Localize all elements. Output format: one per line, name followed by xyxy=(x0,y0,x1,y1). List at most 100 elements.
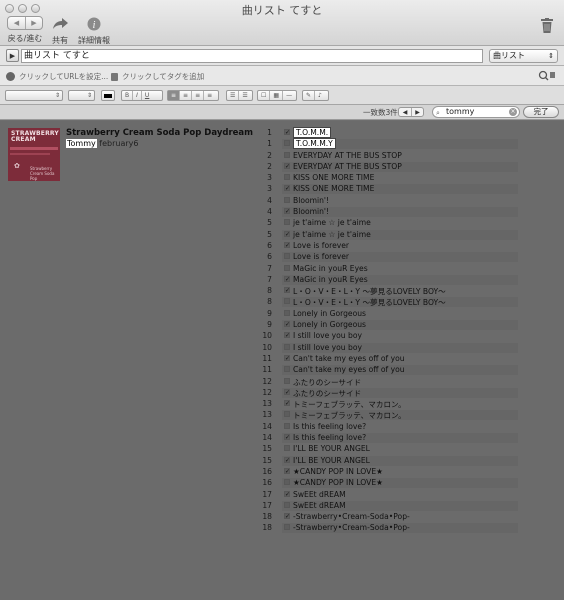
align-right-button[interactable]: ≡ xyxy=(191,91,203,100)
track-row[interactable]: 12 ✓ ふたりのシーサイド xyxy=(258,387,518,398)
track-row[interactable]: 1 T.O.M.M.Y xyxy=(258,138,518,150)
align-left-button[interactable]: ≡ xyxy=(168,91,180,100)
track-checkbox[interactable]: ✓ xyxy=(284,400,290,407)
forward-button[interactable]: ▶ xyxy=(25,17,42,29)
set-url-button[interactable]: クリックしてURLを設定... xyxy=(6,71,108,82)
track-row[interactable]: 9 ✓ Lonely in Gorgeous xyxy=(258,319,518,331)
track-checkbox[interactable]: ✓ xyxy=(284,162,290,169)
track-checkbox[interactable] xyxy=(284,174,290,181)
track-checkbox[interactable] xyxy=(284,422,290,429)
track-checkbox[interactable] xyxy=(284,264,290,271)
track-checkbox[interactable] xyxy=(284,309,290,316)
track-checkbox[interactable] xyxy=(284,377,290,384)
track-checkbox[interactable] xyxy=(284,219,290,226)
track-row[interactable]: 1 ✓ T.O.M.M. xyxy=(258,127,518,138)
track-checkbox[interactable] xyxy=(284,366,290,373)
paragraph-style-select[interactable]: ⇕ xyxy=(5,90,63,101)
track-row[interactable]: 9 Lonely in Gorgeous xyxy=(258,308,518,319)
track-row[interactable]: 6 Love is forever xyxy=(258,251,518,263)
track-row[interactable]: 7 ✓ MaGic in youR Eyes xyxy=(258,274,518,285)
track-row[interactable]: 4 Bloomin'! xyxy=(258,195,518,206)
track-checkbox[interactable]: ✓ xyxy=(284,513,290,520)
view-mode-select[interactable]: 曲リスト ⇕ xyxy=(489,49,558,63)
track-checkbox[interactable] xyxy=(284,524,290,531)
track-row[interactable]: 18 ✓ -Strawberry•Cream-Soda•Pop- xyxy=(258,511,518,522)
track-row[interactable]: 5 ✓ je t'aime ☆ je t'aime xyxy=(258,229,518,240)
back-button[interactable]: ◀ xyxy=(8,17,25,29)
track-checkbox[interactable]: ✓ xyxy=(284,490,290,497)
track-row[interactable]: 8 L・O・V・E・L・Y ～夢見るLOVELY BOY～ xyxy=(258,296,518,308)
bullet-list-button[interactable]: ☰ xyxy=(227,91,238,100)
underline-button[interactable]: U xyxy=(140,91,152,100)
track-row[interactable]: 8 ✓ L・O・V・E・L・Y ～夢見るLOVELY BOY～ xyxy=(258,285,518,296)
track-row[interactable]: 6 ✓ Love is forever xyxy=(258,240,518,251)
font-size-select[interactable]: ⇕ xyxy=(68,90,95,101)
track-checkbox[interactable] xyxy=(284,479,290,486)
track-checkbox[interactable]: ✓ xyxy=(284,434,290,441)
track-row[interactable]: 12 ふたりのシーサイド xyxy=(258,376,518,387)
previous-match-button[interactable]: ◀ xyxy=(399,108,411,116)
track-checkbox[interactable] xyxy=(284,196,290,203)
attachment-icon[interactable]: ✎ xyxy=(303,91,314,100)
track-row[interactable]: 11 ✓ Can't take my eyes off of you xyxy=(258,353,518,364)
path-field[interactable]: 曲リスト てすと xyxy=(21,49,483,63)
track-row[interactable]: 10 I still love you boy xyxy=(258,342,518,353)
align-justify-button[interactable]: ≡ xyxy=(203,91,215,100)
done-button[interactable]: 完了 xyxy=(523,106,559,118)
track-row[interactable]: 16 ★CANDY POP IN LOVE★ xyxy=(258,477,518,489)
italic-button[interactable]: I xyxy=(132,91,141,100)
track-row[interactable]: 4 ✓ Bloomin'! xyxy=(258,206,518,218)
track-checkbox[interactable]: ✓ xyxy=(284,208,290,215)
rule-insert-button[interactable]: — xyxy=(282,91,295,100)
track-row[interactable]: 5 je t'aime ☆ je t'aime xyxy=(258,217,518,228)
track-row[interactable]: 13 ✓ トミーフェブラッテ、マカロン。 xyxy=(258,398,518,409)
share-button[interactable]: 共有 xyxy=(51,16,69,46)
track-checkbox[interactable]: ✓ xyxy=(284,332,290,339)
info-button[interactable]: i 詳細情報 xyxy=(78,16,110,46)
track-checkbox[interactable]: ✓ xyxy=(284,185,290,192)
microphone-icon[interactable]: ♪ xyxy=(314,91,325,100)
track-row[interactable]: 14 Is this feeling love? xyxy=(258,421,518,432)
track-checkbox[interactable] xyxy=(284,501,290,508)
track-row[interactable]: 7 MaGic in youR Eyes xyxy=(258,263,518,274)
track-checkbox[interactable]: ✓ xyxy=(284,241,290,248)
track-row[interactable]: 3 KISS ONE MORE TIME xyxy=(258,172,518,183)
track-checkbox[interactable]: ✓ xyxy=(284,321,290,328)
track-checkbox[interactable]: ✓ xyxy=(284,354,290,361)
next-match-button[interactable]: ▶ xyxy=(411,108,423,116)
find-replace-button[interactable] xyxy=(538,70,556,83)
track-checkbox[interactable] xyxy=(284,411,290,418)
add-tag-button[interactable]: クリックしてタグを追加 xyxy=(111,71,204,82)
track-checkbox[interactable] xyxy=(284,445,290,452)
track-row[interactable]: 13 トミーフェブラッテ、マカロン。 xyxy=(258,409,518,421)
track-row[interactable]: 17 SwEEt dREAM xyxy=(258,500,518,511)
track-checkbox[interactable]: ✓ xyxy=(284,230,290,237)
track-checkbox[interactable]: ✓ xyxy=(284,275,290,282)
track-checkbox[interactable] xyxy=(284,140,290,147)
track-row[interactable]: 17 ✓ SwEEt dREAM xyxy=(258,489,518,500)
table-insert-button[interactable]: ▦ xyxy=(269,91,282,100)
track-row[interactable]: 16 ✓ ★CANDY POP IN LOVE★ xyxy=(258,466,518,477)
text-color-button[interactable] xyxy=(101,90,115,101)
align-center-button[interactable]: ≡ xyxy=(179,91,191,100)
bold-button[interactable]: B xyxy=(122,91,132,100)
clear-search-icon[interactable]: × xyxy=(509,108,517,116)
track-checkbox[interactable]: ✓ xyxy=(284,287,290,294)
album-artwork[interactable]: STRAWBERRY CREAM ✿ Strawberry Cream Soda… xyxy=(8,128,60,181)
track-checkbox[interactable]: ✓ xyxy=(284,388,290,395)
track-row[interactable]: 15 ✓ I'LL BE YOUR ANGEL xyxy=(258,455,518,466)
track-row[interactable]: 2 EVERYDAY AT THE BUS STOP xyxy=(258,150,518,161)
track-checkbox[interactable]: ✓ xyxy=(284,129,290,136)
search-input[interactable]: ⌕ tommy × xyxy=(432,106,520,118)
track-row[interactable]: 2 ✓ EVERYDAY AT THE BUS STOP xyxy=(258,161,518,172)
track-row[interactable]: 15 I'LL BE YOUR ANGEL xyxy=(258,443,518,454)
track-row[interactable]: 10 ✓ I still love you boy xyxy=(258,330,518,341)
track-checkbox[interactable]: ✓ xyxy=(284,467,290,474)
numbered-list-button[interactable]: ☰ xyxy=(238,91,250,100)
trash-button[interactable] xyxy=(541,18,553,33)
checkbox-insert-button[interactable]: ☐ xyxy=(258,91,269,100)
track-checkbox[interactable] xyxy=(284,253,290,260)
track-row[interactable]: 14 ✓ Is this feeling love? xyxy=(258,432,518,444)
play-button[interactable]: ▶ xyxy=(6,49,19,62)
track-checkbox[interactable] xyxy=(284,343,290,350)
